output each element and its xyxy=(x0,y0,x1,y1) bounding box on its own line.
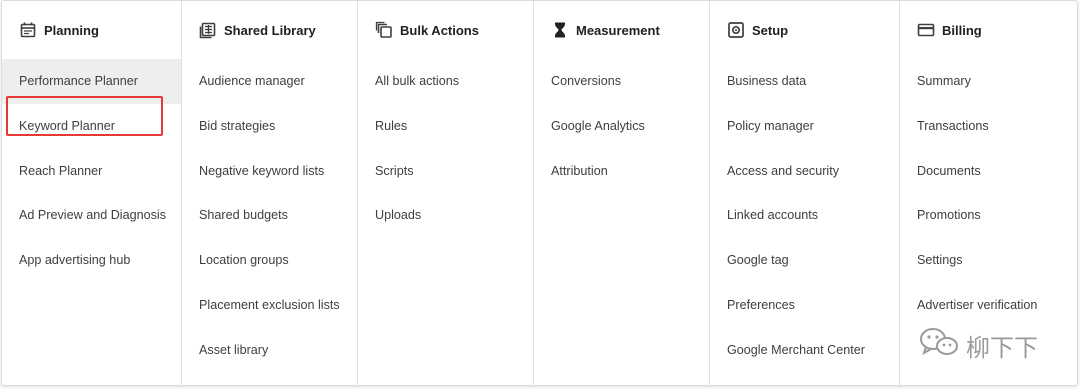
column-measurement: Measurement Conversions Google Analytics… xyxy=(534,1,710,385)
calendar-icon xyxy=(19,21,37,39)
menu-item-negative-keyword-lists[interactable]: Negative keyword lists xyxy=(182,149,357,194)
menu-item-ad-preview-diagnosis[interactable]: Ad Preview and Diagnosis xyxy=(2,193,181,238)
menu-item-scripts[interactable]: Scripts xyxy=(358,149,533,194)
watermark-text: 柳下下 xyxy=(966,333,1038,362)
wechat-icon xyxy=(918,326,966,364)
menu-item-business-data[interactable]: Business data xyxy=(710,59,899,104)
menu-item-settings[interactable]: Settings xyxy=(900,238,1078,283)
column-title: Planning xyxy=(44,22,99,38)
column-bulk-actions: Bulk Actions All bulk actions Rules Scri… xyxy=(358,1,534,385)
menu-item-preferences[interactable]: Preferences xyxy=(710,283,899,328)
menu-item-keyword-planner[interactable]: Keyword Planner xyxy=(2,104,181,149)
column-header-setup: Setup xyxy=(710,1,899,59)
column-planning: Planning Performance Planner Keyword Pla… xyxy=(2,1,182,385)
hourglass-icon xyxy=(551,21,569,39)
menu-item-uploads[interactable]: Uploads xyxy=(358,193,533,238)
menu-item-policy-manager[interactable]: Policy manager xyxy=(710,104,899,149)
column-title: Billing xyxy=(942,22,982,38)
menu-item-rules[interactable]: Rules xyxy=(358,104,533,149)
menu-item-promotions[interactable]: Promotions xyxy=(900,193,1078,238)
menu-item-attribution[interactable]: Attribution xyxy=(534,149,709,194)
column-header-measurement: Measurement xyxy=(534,1,709,59)
column-header-planning: Planning xyxy=(2,1,181,59)
column-header-billing: Billing xyxy=(900,1,1078,59)
menu-item-google-tag[interactable]: Google tag xyxy=(710,238,899,283)
watermark: 柳下下 xyxy=(918,326,1038,364)
menu-item-documents[interactable]: Documents xyxy=(900,149,1078,194)
menu-item-conversions[interactable]: Conversions xyxy=(534,59,709,104)
column-shared-library: Shared Library Audience manager Bid stra… xyxy=(182,1,358,385)
tools-menu-panel: Planning Performance Planner Keyword Pla… xyxy=(1,0,1078,386)
menu-item-location-groups[interactable]: Location groups xyxy=(182,238,357,283)
column-title: Shared Library xyxy=(224,22,316,38)
menu-item-advertiser-verification[interactable]: Advertiser verification xyxy=(900,283,1078,328)
credit-card-icon xyxy=(917,21,935,39)
menu-item-reach-planner[interactable]: Reach Planner xyxy=(2,149,181,194)
menu-item-audience-manager[interactable]: Audience manager xyxy=(182,59,357,104)
library-grid-icon xyxy=(199,21,217,39)
menu-item-transactions[interactable]: Transactions xyxy=(900,104,1078,149)
column-title: Setup xyxy=(752,22,789,38)
menu-item-performance-planner[interactable]: Performance Planner xyxy=(2,59,181,104)
menu-item-bid-strategies[interactable]: Bid strategies xyxy=(182,104,357,149)
column-header-shared-library: Shared Library xyxy=(182,1,357,59)
menu-item-placement-exclusion-lists[interactable]: Placement exclusion lists xyxy=(182,283,357,328)
column-title: Measurement xyxy=(576,22,660,38)
menu-item-shared-budgets[interactable]: Shared budgets xyxy=(182,193,357,238)
menu-item-access-and-security[interactable]: Access and security xyxy=(710,149,899,194)
column-title: Bulk Actions xyxy=(400,22,479,38)
column-header-bulk-actions: Bulk Actions xyxy=(358,1,533,59)
menu-item-app-advertising-hub[interactable]: App advertising hub xyxy=(2,238,181,283)
menu-item-google-merchant-center[interactable]: Google Merchant Center xyxy=(710,328,899,373)
menu-item-all-bulk-actions[interactable]: All bulk actions xyxy=(358,59,533,104)
menu-item-summary[interactable]: Summary xyxy=(900,59,1078,104)
menu-item-google-analytics[interactable]: Google Analytics xyxy=(534,104,709,149)
menu-item-asset-library[interactable]: Asset library xyxy=(182,328,357,373)
settings-box-icon xyxy=(727,21,745,39)
copy-stack-icon xyxy=(375,21,393,39)
column-setup: Setup Business data Policy manager Acces… xyxy=(710,1,900,385)
menu-item-linked-accounts[interactable]: Linked accounts xyxy=(710,193,899,238)
